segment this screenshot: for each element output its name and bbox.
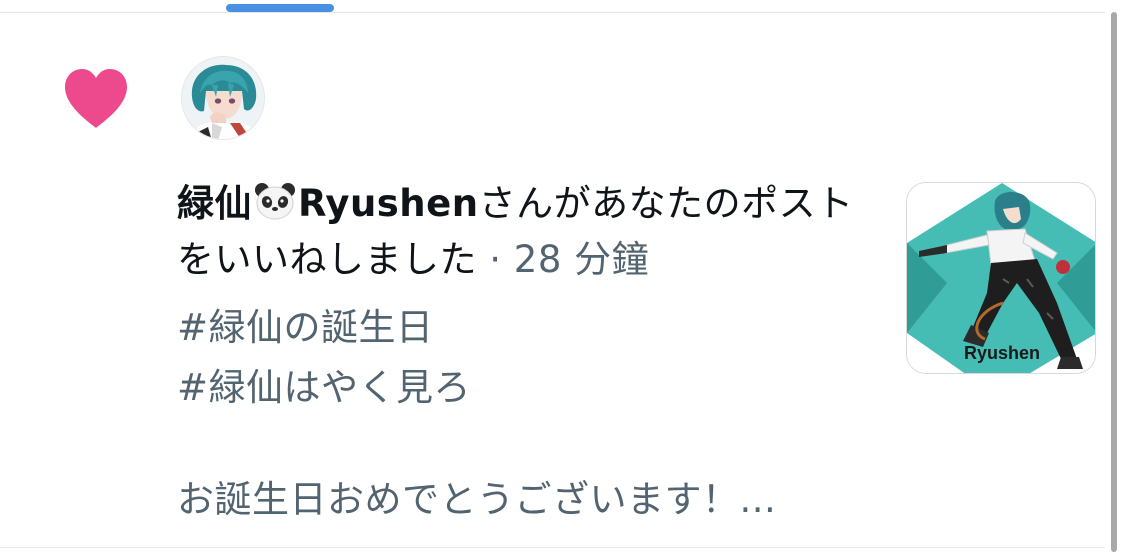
media-thumbnail[interactable]: Ryushen (906, 182, 1096, 374)
notification-text: 緑仙 Ryushenさんがあなたのポストをいいねしました · 28 分鐘 (177, 176, 867, 288)
active-tab-indicator (226, 4, 334, 12)
scrollbar-thumb[interactable] (1111, 12, 1117, 552)
avatar[interactable] (181, 56, 265, 140)
panda-face-emoji-icon (255, 183, 295, 220)
user-handle-text[interactable]: Ryushen (298, 182, 479, 225)
hashtag[interactable]: #緑仙の誕生日 (177, 300, 434, 356)
thumbnail-title: Ryushen (963, 343, 1041, 363)
top-divider (0, 12, 1125, 13)
avatar-image (182, 57, 264, 139)
bottom-divider (0, 547, 1105, 548)
hashtag[interactable]: #緑仙はやく見ろ (177, 360, 471, 416)
timestamp: 28 分鐘 (513, 238, 650, 281)
time-separator: · (477, 238, 514, 281)
user-name[interactable]: 緑仙 (177, 182, 252, 225)
post-excerpt: お誕生日おめでとうございます！... (177, 478, 777, 521)
heart-icon (65, 69, 127, 128)
scrollbar[interactable] (1105, 12, 1125, 552)
